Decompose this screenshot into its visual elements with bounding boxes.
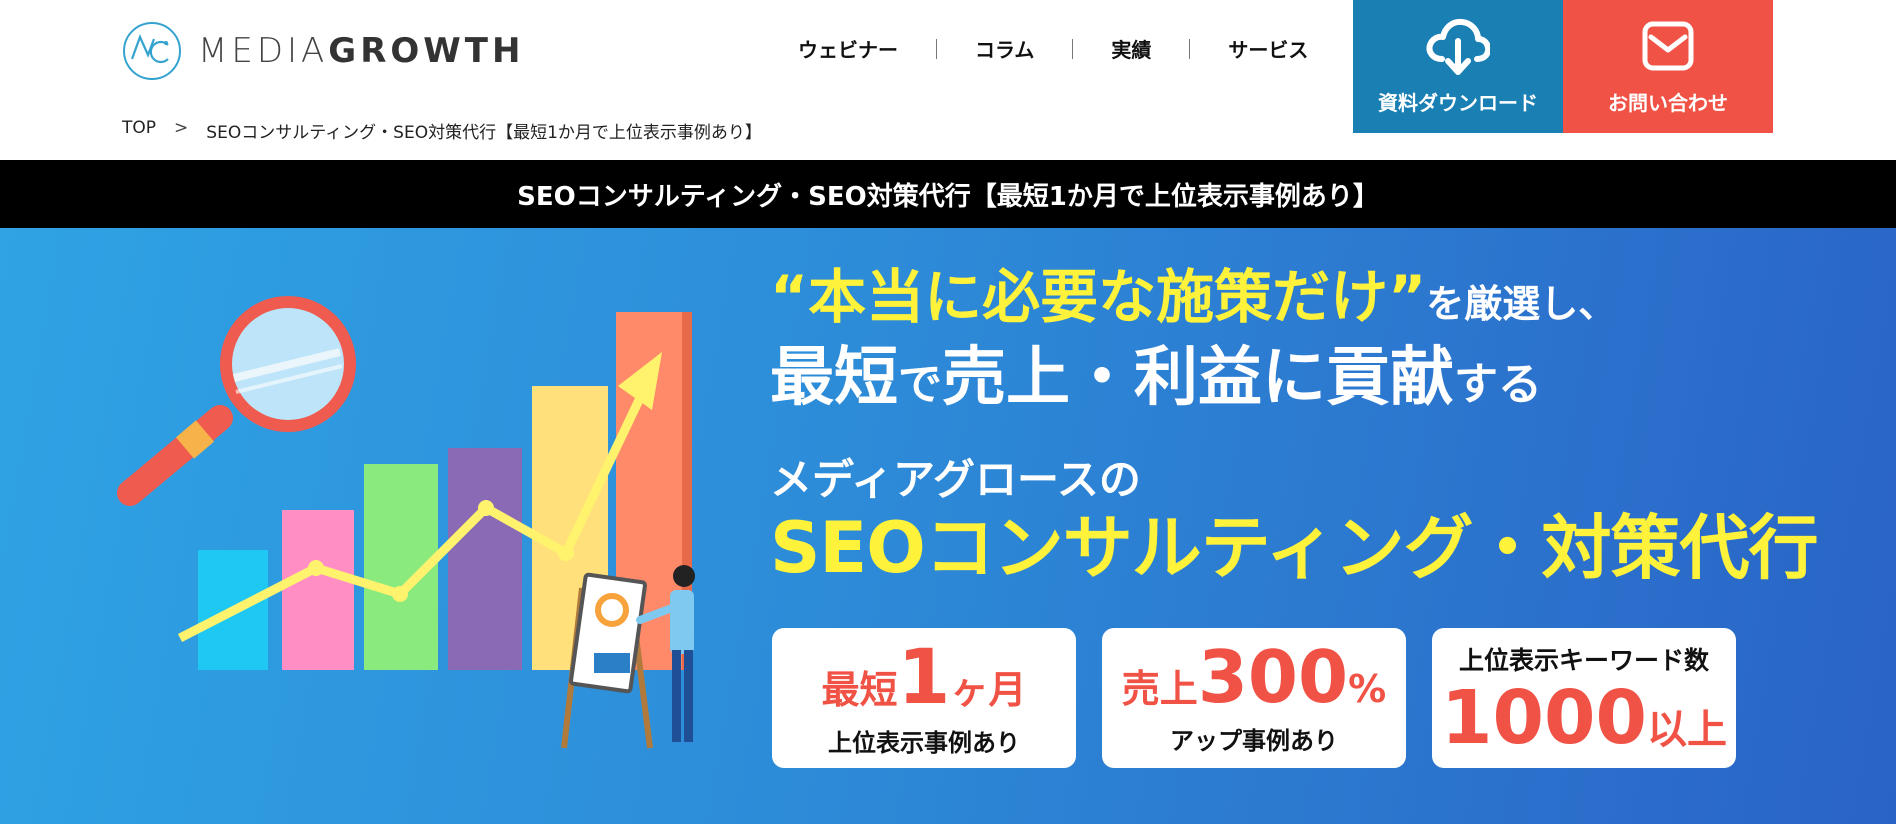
breadcrumb-separator: >	[174, 118, 189, 138]
hero-copy: “本当に必要な施策だけ”を厳選し、 最短で売上・利益に貢献する メディアグロース…	[770, 263, 1819, 589]
download-label: 資料ダウンロード	[1378, 91, 1538, 115]
hero-line1: “本当に必要な施策だけ”を厳選し、	[770, 263, 1617, 331]
badge-sales-up: 売上300% アップ事例あり	[1102, 628, 1406, 768]
site-logo[interactable]: MEDIAGROWTH	[122, 20, 524, 82]
hero-line3: メディアグロースの	[770, 455, 1141, 504]
magnifier-icon	[117, 296, 356, 506]
site-header: MEDIAGROWTH ウェビナー コラム 実績 サービス 資料ダウンロード お…	[0, 0, 1896, 160]
contact-button[interactable]: お問い合わせ	[1563, 0, 1773, 133]
nav-results[interactable]: 実績	[1073, 34, 1189, 63]
cloud-download-icon	[1426, 18, 1490, 75]
nav-column[interactable]: コラム	[937, 34, 1072, 63]
hero-headline: SEOコンサルティング・対策代行	[770, 507, 1819, 589]
nav-service[interactable]: サービス	[1190, 34, 1346, 63]
achievement-badges: 最短1ヶ月 上位表示事例あり 売上300% アップ事例あり 上位表示キーワード数…	[772, 628, 1762, 768]
contact-label: お問い合わせ	[1608, 91, 1728, 115]
breadcrumb-home[interactable]: TOP	[122, 118, 156, 143]
download-button[interactable]: 資料ダウンロード	[1353, 0, 1563, 133]
nav-webinar[interactable]: ウェビナー	[760, 34, 936, 63]
page-title: SEOコンサルティング・SEO対策代行【最短1か月で上位表示事例あり】	[0, 160, 1896, 228]
logo-text: MEDIAGROWTH	[198, 31, 525, 71]
logo-icon	[123, 22, 181, 80]
main-nav: ウェビナー コラム 実績 サービス	[760, 34, 1346, 63]
hero-line2: 最短で売上・利益に貢献する	[770, 341, 1542, 415]
badge-shortest-month: 最短1ヶ月 上位表示事例あり	[772, 628, 1076, 768]
breadcrumb-current: SEOコンサルティング・SEO対策代行【最短1か月で上位表示事例あり】	[206, 123, 762, 143]
badge-keywords: 上位表示キーワード数 1000以上	[1432, 628, 1736, 768]
growth-chart-illustration	[117, 296, 695, 749]
mail-icon	[1642, 21, 1694, 71]
breadcrumb: TOP > SEOコンサルティング・SEO対策代行【最短1か月で上位表示事例あり…	[122, 118, 762, 143]
hero-banner: “本当に必要な施策だけ”を厳選し、 最短で売上・利益に貢献する メディアグロース…	[0, 228, 1896, 824]
